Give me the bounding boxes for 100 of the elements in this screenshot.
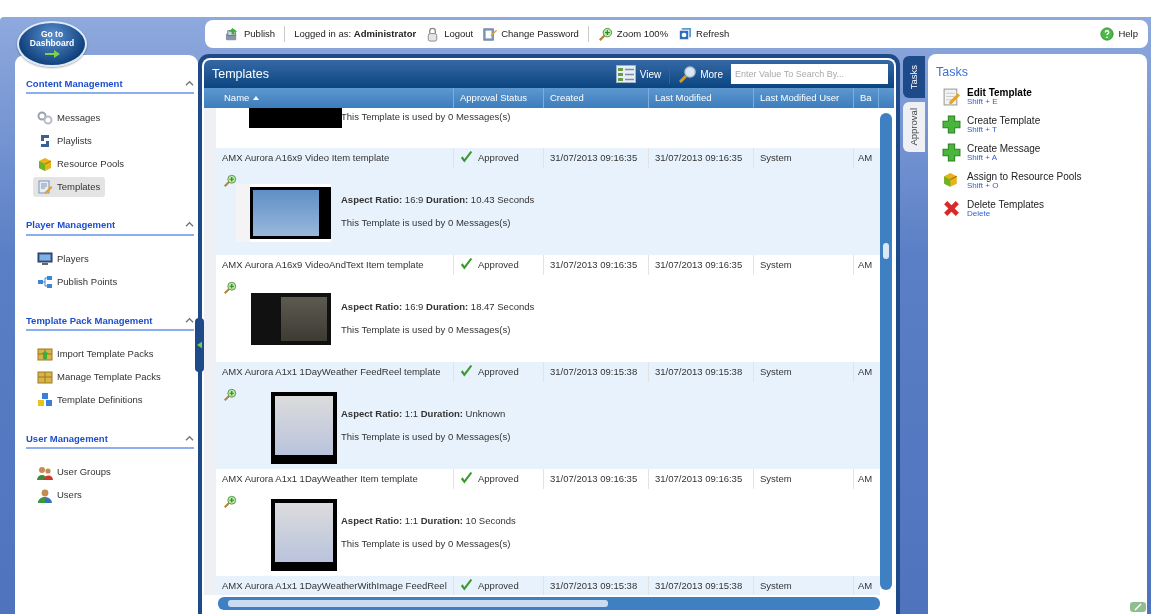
sidebar-item[interactable]: Template Definitions <box>33 390 148 411</box>
collapse-icon[interactable] <box>185 80 194 89</box>
modified-date: 31/07/2013 09:16:35 <box>655 257 743 272</box>
side-tab[interactable]: Approval <box>903 102 925 152</box>
help-link[interactable]: Help <box>1118 26 1138 42</box>
column-header[interactable]: Approval Status <box>460 90 528 106</box>
scroll-thumb[interactable] <box>228 600 608 607</box>
usage-text: This Template is used by 0 Messages(s) <box>341 430 511 444</box>
usage-text: This Template is used by 0 Messages(s) <box>341 537 512 551</box>
section-title[interactable]: Content Management <box>26 77 123 92</box>
column-header[interactable]: Last Modified <box>655 90 712 106</box>
sidebar-item[interactable]: Users <box>33 485 87 506</box>
sidebar-item[interactable]: Manage Template Packs <box>33 367 166 388</box>
usage-text: This Template is used by 0 Messages(s) <box>341 216 512 230</box>
toolbar-link[interactable]: Logout <box>444 26 474 42</box>
notepad-icon[interactable] <box>482 26 498 42</box>
box-arrow-icon <box>37 346 53 363</box>
toolbar-link[interactable]: Publish <box>244 26 276 42</box>
zoom-in-icon[interactable] <box>223 281 237 295</box>
dashboard-button[interactable]: Go to Dashboard <box>17 21 87 67</box>
sidebar-item[interactable]: User Groups <box>33 462 116 483</box>
template-name: AMX Aurora A1x1 1DayWeather Item template <box>222 471 418 486</box>
view-button[interactable]: View <box>639 66 662 82</box>
collapse-icon[interactable] <box>185 316 194 325</box>
notepad-pencil-icon[interactable] <box>942 86 961 106</box>
task-link[interactable]: Create Template <box>967 114 1041 127</box>
task-link[interactable]: Create Message <box>967 142 1041 155</box>
task-link[interactable]: Delete Templates <box>967 198 1045 211</box>
box-icon <box>37 369 53 386</box>
plus-icon[interactable] <box>942 142 961 162</box>
template-name: AMX Aurora A16x9 VideoAndText Item template <box>222 257 424 272</box>
modified-date: 31/07/2013 09:15:38 <box>655 578 743 593</box>
created-date: 31/07/2013 09:16:35 <box>550 150 638 165</box>
arrow-right-icon <box>44 49 60 58</box>
sidebar-item[interactable]: Messages <box>33 107 106 128</box>
modified-user: System <box>760 150 792 165</box>
created-date: 31/07/2013 09:15:38 <box>550 364 638 379</box>
delete-icon[interactable] <box>942 198 961 218</box>
template-name: AMX Aurora A1x1 1DayWeatherWithImage FeedReel <box>222 578 447 593</box>
column-header[interactable]: Last Modified User <box>760 90 840 106</box>
section-title[interactable]: Template Pack Management <box>26 313 153 328</box>
modified-date: 31/07/2013 09:16:35 <box>655 471 743 486</box>
modified-date: 31/07/2013 09:16:35 <box>655 150 743 165</box>
modified-user: System <box>760 257 792 272</box>
zoom-in-icon[interactable] <box>223 495 237 509</box>
toolbar-link[interactable]: Zoom 100% <box>616 26 669 42</box>
plus-icon[interactable] <box>942 114 961 134</box>
cube-icon <box>37 155 53 172</box>
task-link[interactable]: Assign to Resource Pools <box>967 170 1082 183</box>
check-icon <box>460 151 474 165</box>
help-icon[interactable] <box>1100 27 1115 41</box>
sidebar-item[interactable]: Resource Pools <box>33 153 130 174</box>
collapse-icon[interactable] <box>185 221 194 230</box>
created-date: 31/07/2013 09:16:35 <box>550 257 638 272</box>
zoom-in-icon[interactable] <box>223 388 237 402</box>
approval-status: Approved <box>478 150 519 165</box>
template-summary: Aspect Ratio: 16:9 Duration: 10.43 Seconds <box>341 192 535 207</box>
collapse-handle[interactable] <box>195 318 204 372</box>
created-date: 31/07/2013 09:15:38 <box>550 578 638 593</box>
panel-title: Templates <box>212 65 270 83</box>
sidebar-item[interactable]: Import Template Packs <box>33 344 159 365</box>
table-cell-text: AM <box>858 578 873 593</box>
vertical-scrollbar[interactable] <box>880 113 892 590</box>
list-view-icon[interactable] <box>615 65 636 83</box>
more-button[interactable]: More <box>700 66 723 82</box>
check-icon <box>460 258 474 272</box>
usage-text: This Template is used by 0 Messages(s) <box>341 110 511 124</box>
toolbar-link[interactable]: Refresh <box>696 26 730 42</box>
zoom-in-icon[interactable] <box>223 174 237 188</box>
computer-arrow-icon[interactable] <box>225 26 240 42</box>
search-field[interactable]: Enter Value To Search By... <box>731 64 888 84</box>
column-header[interactable]: Name <box>224 90 260 106</box>
sidebar-item[interactable]: Playlists <box>33 130 97 151</box>
approval-status: Approved <box>478 471 519 486</box>
sidebar-item[interactable]: Players <box>33 248 94 270</box>
refresh-icon[interactable] <box>677 26 693 42</box>
check-icon <box>460 365 474 379</box>
toolbar-link[interactable]: Change Password <box>501 26 579 42</box>
scroll-thumb[interactable] <box>883 243 889 259</box>
template-preview <box>271 499 337 571</box>
collapse-icon[interactable] <box>185 434 194 443</box>
resize-grip-icon[interactable] <box>1129 601 1147 613</box>
template-summary: Aspect Ratio: 1:1 Duration: Unknown <box>341 406 507 421</box>
side-tab[interactable]: Tasks <box>903 56 925 98</box>
column-header[interactable]: Created <box>550 90 584 106</box>
chain-icon <box>37 109 53 126</box>
section-title[interactable]: Player Management <box>26 218 116 233</box>
user-icon <box>37 487 53 504</box>
horizontal-scrollbar[interactable] <box>218 597 880 610</box>
table-cell-text: AM <box>858 364 873 379</box>
blocks-icon <box>37 392 53 409</box>
task-link[interactable]: Edit Template <box>967 86 1032 99</box>
usage-text: This Template is used by 0 Messages(s) <box>341 323 512 337</box>
section-title[interactable]: User Management <box>26 431 108 446</box>
sidebar-item[interactable]: Publish Points <box>33 271 123 293</box>
zoom-in-icon[interactable] <box>597 26 613 42</box>
column-header[interactable]: Ba <box>860 90 872 106</box>
monitor-icon <box>37 251 53 267</box>
template-preview <box>271 392 337 464</box>
search-icon[interactable] <box>678 65 697 83</box>
